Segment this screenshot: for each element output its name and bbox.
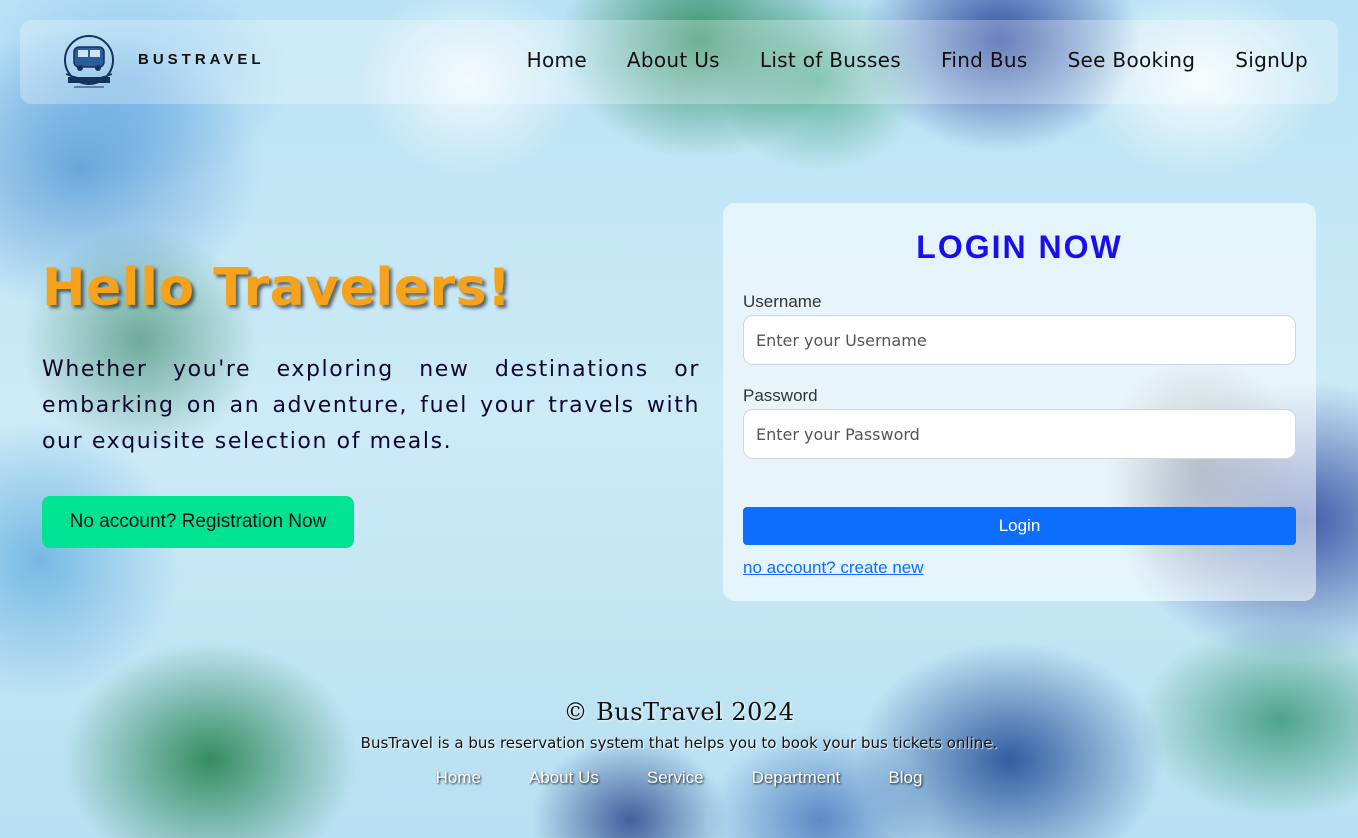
username-input[interactable] [743, 315, 1296, 365]
login-button[interactable]: Login [743, 507, 1296, 545]
nav-link-signup[interactable]: SignUp [1235, 48, 1308, 72]
navbar: BUSTRAVEL Home About Us List of Busses F… [20, 20, 1338, 104]
login-title: LOGIN NOW [916, 229, 1123, 265]
nav-link-see-booking[interactable]: See Booking [1068, 48, 1196, 72]
register-button[interactable]: No account? Registration Now [42, 496, 354, 548]
nav-link-about-us[interactable]: About Us [627, 48, 720, 72]
bus-logo-icon[interactable] [60, 34, 118, 90]
footer-links: Home About Us Service Department Blog [0, 768, 1358, 788]
login-card: LOGIN NOW Username Password Login no acc… [723, 203, 1316, 601]
footer-copyright: © BusTravel 2024 [563, 698, 795, 726]
username-label: Username [743, 292, 822, 311]
footer-link-department[interactable]: Department [752, 768, 841, 788]
footer-link-home[interactable]: Home [436, 768, 481, 788]
nav-link-list-of-busses[interactable]: List of Busses [760, 48, 901, 72]
footer-link-about-us[interactable]: About Us [529, 768, 599, 788]
brand-name: BUSTRAVEL [138, 51, 265, 68]
footer-tagline: BusTravel is a bus reservation system th… [360, 734, 998, 752]
password-input[interactable] [743, 409, 1296, 459]
password-label: Password [743, 386, 818, 405]
main-nav: Home About Us List of Busses Find Bus Se… [487, 48, 1308, 72]
footer: © BusTravel 2024 BusTravel is a bus rese… [0, 698, 1358, 788]
nav-link-find-bus[interactable]: Find Bus [941, 48, 1028, 72]
create-account-link[interactable]: no account? create new [743, 558, 924, 578]
footer-link-service[interactable]: Service [647, 768, 704, 788]
hero-title: Hello Travelers! [42, 258, 512, 318]
hero-text: Whether you're exploring new destination… [42, 357, 700, 454]
footer-link-blog[interactable]: Blog [888, 768, 922, 788]
nav-link-home[interactable]: Home [527, 48, 587, 72]
